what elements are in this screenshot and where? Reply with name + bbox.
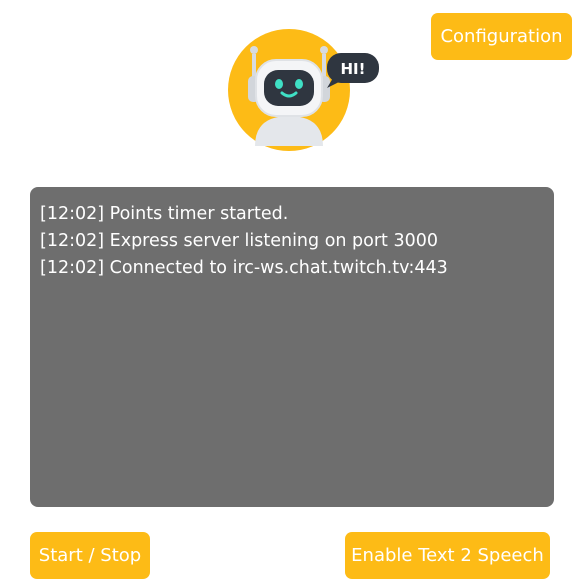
log-output-panel[interactable]: [12:02] Points timer started. [12:02] Ex… — [30, 187, 554, 507]
robot-hi-icon: HI! — [228, 29, 379, 151]
log-line: [12:02] Express server listening on port… — [40, 231, 439, 251]
speech-bubble-text: HI! — [341, 60, 366, 78]
log-line: [12:02] Connected to irc-ws.chat.twitch.… — [40, 258, 448, 278]
start-stop-button[interactable]: Start / Stop — [30, 532, 150, 579]
configuration-button[interactable]: Configuration — [431, 13, 572, 60]
robot-logo: HI! — [193, 4, 385, 172]
enable-text-to-speech-button[interactable]: Enable Text 2 Speech — [345, 532, 550, 579]
app-window: Configuration HI! [12:02] Points timer s… — [0, 0, 579, 582]
log-line: [12:02] Points timer started. — [40, 204, 289, 224]
